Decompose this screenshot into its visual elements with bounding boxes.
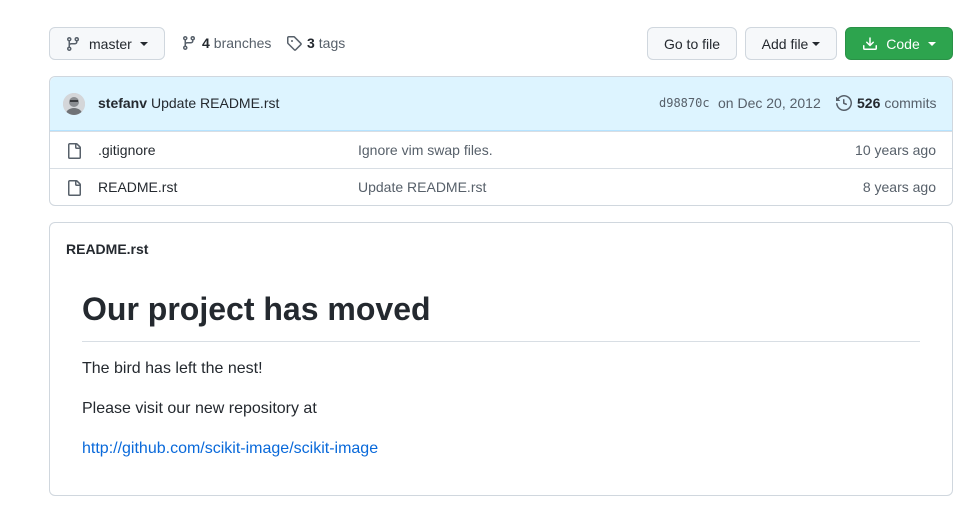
heading-divider xyxy=(82,341,920,342)
branches-link[interactable]: 4 branches xyxy=(181,35,271,51)
file-icon xyxy=(68,180,81,196)
add-file-label: Add file xyxy=(761,35,809,52)
avatar[interactable] xyxy=(63,93,85,115)
file-icon xyxy=(68,143,81,159)
git-branch-icon xyxy=(182,36,195,51)
readme-heading: Our project has moved xyxy=(82,291,431,327)
commits-link[interactable]: 526 commits xyxy=(836,95,936,111)
branches-count: 4 xyxy=(202,35,210,51)
tags-label: tags xyxy=(318,35,346,51)
tags-link[interactable]: 3 tags xyxy=(286,35,345,51)
tag-icon xyxy=(287,36,302,51)
commit-date: on Dec 20, 2012 xyxy=(718,95,821,111)
commit-sha[interactable]: d98870c xyxy=(659,96,710,110)
tags-count: 3 xyxy=(307,35,315,51)
avatar-image xyxy=(63,93,85,115)
readme-filename[interactable]: README.rst xyxy=(66,241,148,257)
go-to-file-button[interactable]: Go to file xyxy=(647,27,737,60)
file-commit-message[interactable]: Update README.rst xyxy=(358,179,486,195)
repository-link[interactable]: http://github.com/scikit-image/scikit-im… xyxy=(82,440,378,457)
file-name[interactable]: .gitignore xyxy=(98,142,156,158)
git-branch-icon xyxy=(66,36,79,51)
readme-link-paragraph: http://github.com/scikit-image/scikit-im… xyxy=(82,440,378,458)
add-file-button[interactable]: Add file xyxy=(745,27,837,60)
latest-commit-bar: stefanv Update README.rst d98870c on Dec… xyxy=(50,77,952,131)
download-icon xyxy=(863,36,878,50)
commit-author[interactable]: stefanv xyxy=(98,95,147,111)
readme-paragraph: The bird has left the nest! xyxy=(82,360,263,377)
file-age: 10 years ago xyxy=(855,142,936,158)
file-listing: stefanv Update README.rst d98870c on Dec… xyxy=(49,76,953,206)
commit-message[interactable]: Update README.rst xyxy=(151,95,279,111)
branch-name: master xyxy=(89,35,132,52)
history-icon xyxy=(836,95,852,111)
code-button[interactable]: Code xyxy=(845,27,953,60)
branches-label: branches xyxy=(213,35,272,51)
code-label: Code xyxy=(886,35,920,52)
commits-count: 526 xyxy=(857,95,881,111)
readme-panel: README.rst Our project has moved The bir… xyxy=(49,222,953,496)
file-row: README.rst Update README.rst 8 years ago xyxy=(50,168,952,205)
chevron-down-icon xyxy=(812,41,821,46)
chevron-down-icon xyxy=(139,41,148,46)
commits-label: commits xyxy=(884,95,937,111)
file-row: .gitignore Ignore vim swap files. 10 yea… xyxy=(50,131,952,168)
go-to-file-label: Go to file xyxy=(663,35,721,52)
file-commit-message[interactable]: Ignore vim swap files. xyxy=(358,142,493,158)
branch-select-button[interactable]: master xyxy=(49,27,165,60)
file-age: 8 years ago xyxy=(862,179,936,195)
file-name[interactable]: README.rst xyxy=(98,179,177,195)
chevron-down-icon xyxy=(927,41,936,46)
readme-paragraph: Please visit our new repository at xyxy=(82,400,317,417)
